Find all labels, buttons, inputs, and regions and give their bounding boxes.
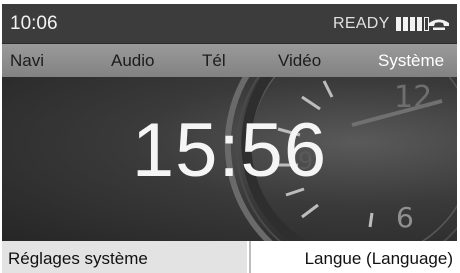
- menu-item-audio[interactable]: Audio: [111, 51, 154, 71]
- signal-bar: [410, 17, 415, 31]
- main-menu: Navi Audio Tél Vidéo Système: [2, 44, 457, 77]
- status-time: 10:06: [10, 13, 58, 34]
- settings-system-label: Réglages système: [8, 249, 148, 268]
- settings-system-button[interactable]: Réglages système: [2, 241, 247, 273]
- status-bar: 10:06 READY: [2, 4, 457, 43]
- bottom-softkey-bar: Réglages système Langue (Language): [2, 241, 457, 273]
- gauge-number-12: 12: [394, 80, 432, 115]
- menu-item-systeme[interactable]: Système: [378, 51, 444, 71]
- signal-strength-icon: [396, 17, 429, 31]
- gauge-number-6: 6: [396, 201, 414, 234]
- signal-bar: [403, 17, 408, 31]
- phone-handset-icon: [429, 19, 449, 30]
- clock-display: 12 9 6 15:56: [2, 77, 457, 241]
- menu-item-navi[interactable]: Navi: [10, 51, 44, 71]
- ready-label: READY: [333, 15, 390, 32]
- signal-bar: [396, 17, 401, 31]
- signal-bar: [417, 17, 422, 31]
- menu-item-video[interactable]: Vidéo: [278, 51, 321, 71]
- language-button[interactable]: Langue (Language): [249, 241, 457, 273]
- digital-clock-time: 15:56: [131, 108, 328, 193]
- menu-item-tel[interactable]: Tél: [202, 51, 226, 71]
- head-unit-screen: 10:06 READY Navi Audio Tél Vidéo Système: [2, 4, 457, 273]
- language-label: Langue (Language): [304, 249, 453, 268]
